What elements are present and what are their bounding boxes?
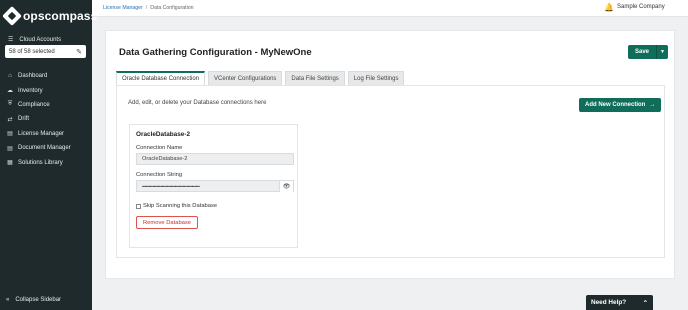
tab-data-file-settings[interactable]: Data File Settings: [285, 71, 345, 85]
breadcrumb: License Manager / Data Configuration: [103, 5, 194, 11]
connection-string-field[interactable]: ••••••••••••••••••••••••••••••••••••••••…: [136, 180, 294, 192]
sidebar-item-dashboard[interactable]: ⌂ Dashboard: [0, 69, 92, 83]
sidebar-item-document-manager[interactable]: ▤ Document Manager: [0, 141, 92, 155]
document-icon: ▤: [7, 145, 13, 152]
cloud-icon: ☁: [7, 88, 13, 95]
main-card: Data Gathering Configuration - MyNewOne …: [105, 30, 675, 279]
page-title: Data Gathering Configuration - MyNewOne: [119, 47, 312, 58]
brand-name: opscompass: [23, 9, 98, 23]
sidebar-item-label: Document Manager: [18, 145, 71, 152]
sidebar-item-label: Inventory: [18, 87, 43, 94]
filter-icon: ☰: [8, 37, 14, 43]
add-new-connection-label: Add New Connection: [585, 102, 646, 108]
collapse-sidebar-label: Collapse Sidebar: [15, 297, 62, 303]
skip-scanning-checkbox[interactable]: [136, 203, 141, 209]
sidebar-item-label: Drift: [18, 116, 29, 123]
company-name[interactable]: Sample Company: [617, 4, 665, 10]
save-dropdown-toggle[interactable]: ▼: [656, 45, 669, 59]
library-icon: ▦: [7, 160, 13, 167]
breadcrumb-separator: /: [145, 5, 148, 11]
arrow-right-icon: →: [649, 102, 656, 108]
sidebar-item-inventory[interactable]: ☁ Inventory: [0, 83, 92, 97]
connection-name-value: OracleDatabase-2: [142, 156, 188, 162]
shield-icon: ⛨: [7, 101, 13, 108]
skip-scanning-label: Skip Scanning this Database: [143, 203, 218, 209]
sidebar-item-compliance[interactable]: ⛨ Compliance: [0, 98, 92, 112]
connection-name-label: Connection Name: [136, 145, 183, 151]
double-chevron-left-icon: «: [6, 297, 10, 303]
tab-oracle-database-connection[interactable]: Oracle Database Connection: [116, 71, 206, 85]
top-bar: License Manager / Data Configuration 🔔 Sam…: [92, 0, 688, 17]
connection-string-label: Connection String: [136, 172, 183, 178]
cloud-accounts-header: ☰ Cloud Accounts: [8, 36, 62, 44]
tab-log-file-settings[interactable]: Log File Settings: [347, 71, 405, 85]
database-title: OracleDatabase-2: [136, 131, 190, 138]
chevron-up-icon: ⌃: [642, 299, 648, 307]
edit-icon[interactable]: ✎: [76, 48, 82, 56]
sidebar-item-license-manager[interactable]: ▤ License Manager: [0, 127, 92, 141]
logo-icon: [2, 6, 22, 26]
tab-bar: Oracle Database Connection VCenter Confi…: [116, 71, 405, 85]
remove-database-button[interactable]: Remove Database: [136, 216, 199, 229]
add-new-connection-button[interactable]: Add New Connection →: [579, 98, 662, 112]
account-selector[interactable]: 58 of 58 selected ✎: [5, 45, 86, 58]
database-card: OracleDatabase-2 Connection Name OracleD…: [129, 124, 298, 248]
home-icon: ⌂: [8, 73, 12, 80]
selection-text: 58 of 58 selected: [9, 48, 55, 55]
drift-icon: ⇄: [7, 116, 13, 123]
document-icon: ▤: [7, 131, 13, 138]
panel-description: Add, edit, or delete your Database conne…: [128, 100, 267, 106]
caret-down-icon: ▼: [660, 49, 665, 55]
sidebar-nav: ⌂ Dashboard ☁ Inventory ⛨ Compliance ⇄ D…: [0, 69, 92, 170]
save-button[interactable]: Save: [628, 45, 657, 59]
connection-name-field[interactable]: OracleDatabase-2: [136, 153, 294, 165]
sidebar-item-label: License Manager: [18, 130, 65, 137]
sidebar-item-drift[interactable]: ⇄ Drift: [0, 112, 92, 126]
skip-scanning-option[interactable]: Skip Scanning this Database: [136, 203, 217, 209]
save-button-group: Save ▼: [628, 45, 669, 59]
sidebar-item-label: Dashboard: [18, 73, 48, 80]
eye-icon[interactable]: 👁: [279, 181, 293, 192]
sidebar: opscompass ☰ Cloud Accounts 58 of 58 sel…: [0, 0, 97, 310]
tab-vcenter-configurations[interactable]: VCenter Configurations: [208, 71, 283, 85]
tab-panel: Add, edit, or delete your Database conne…: [116, 85, 665, 258]
need-help-label: Need Help?: [591, 299, 627, 306]
breadcrumb-current: Data Configuration: [150, 5, 194, 11]
sidebar-item-label: Solutions Library: [18, 159, 63, 166]
need-help-widget[interactable]: Need Help? ⌃: [586, 295, 653, 310]
cloud-accounts-label: Cloud Accounts: [19, 36, 62, 43]
collapse-sidebar-button[interactable]: « Collapse Sidebar: [6, 297, 61, 303]
notification-bell-icon[interactable]: 🔔: [604, 3, 614, 12]
breadcrumb-link-license-manager[interactable]: License Manager: [103, 5, 143, 11]
sidebar-item-solutions-library[interactable]: ▦ Solutions Library: [0, 155, 92, 169]
connection-string-value: ••••••••••••••••••••••••••••••••••••••••…: [142, 183, 200, 189]
sidebar-item-label: Compliance: [18, 101, 50, 108]
logo[interactable]: opscompass: [2, 6, 98, 26]
